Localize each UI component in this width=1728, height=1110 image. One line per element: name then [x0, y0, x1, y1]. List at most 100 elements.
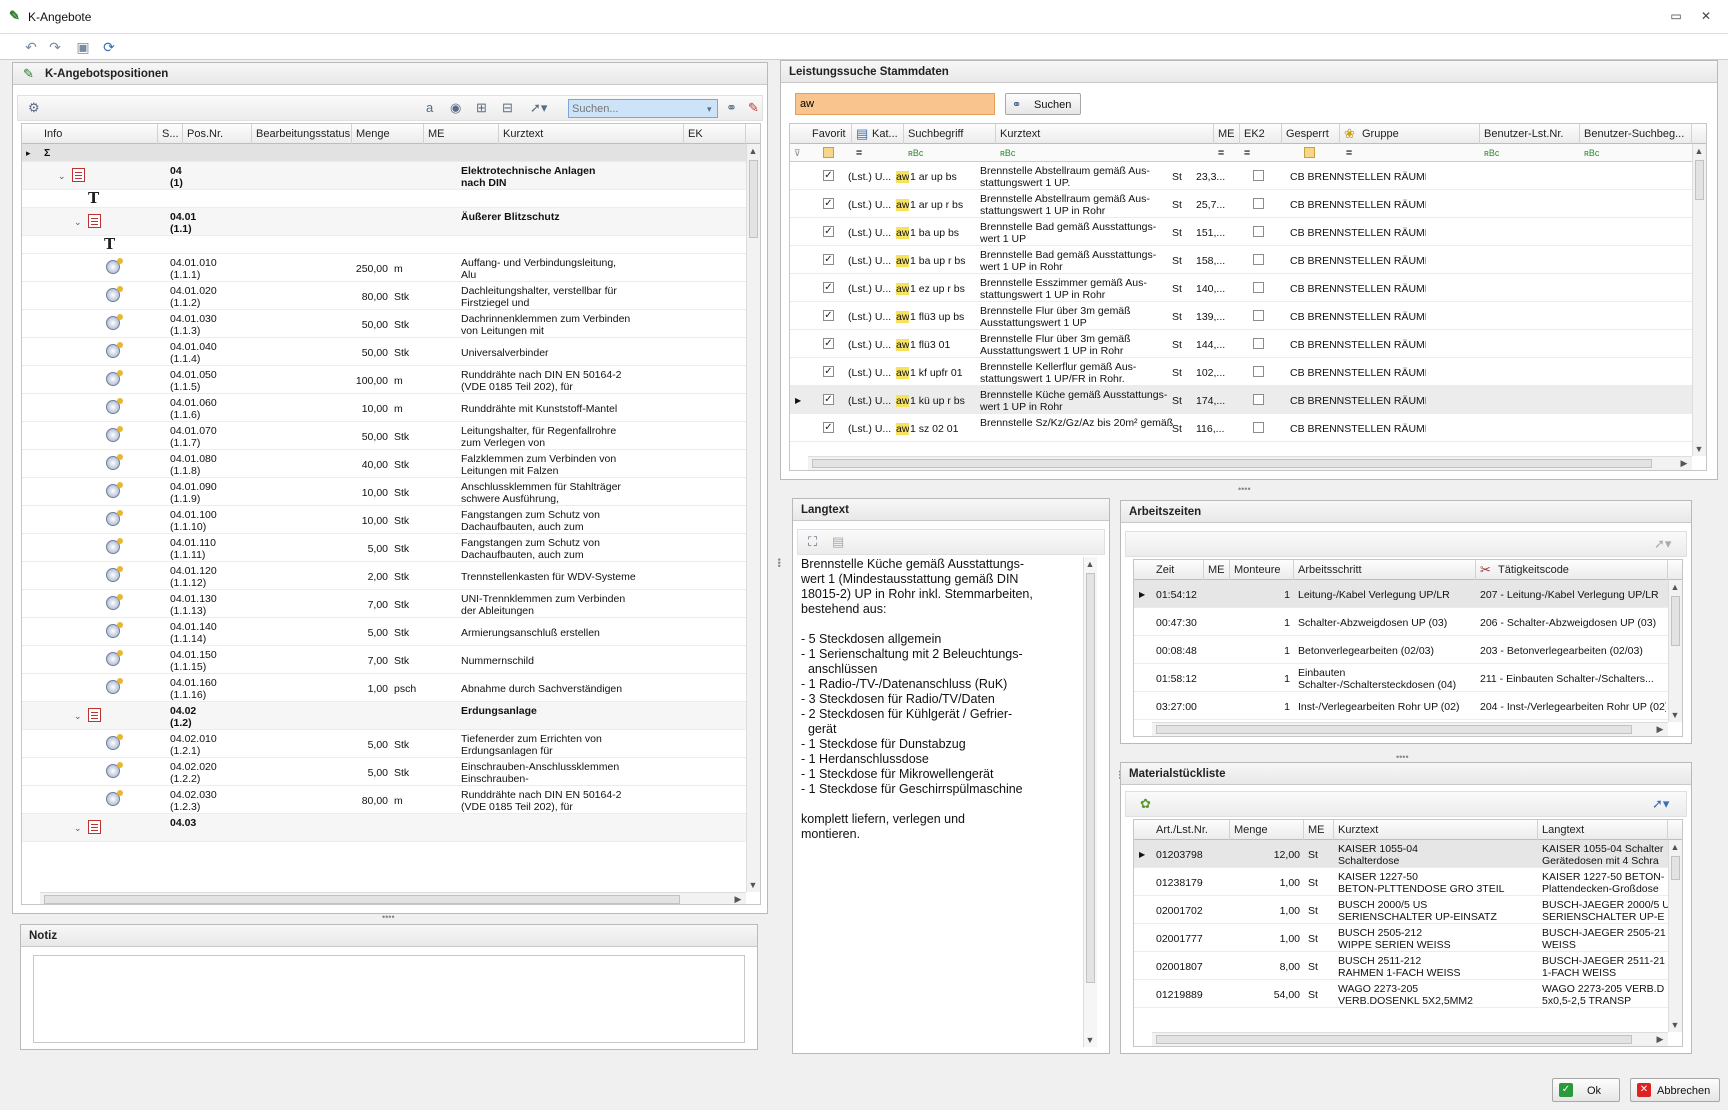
save-icon[interactable]: ▣ — [74, 38, 92, 56]
positions-vscroll-thumb[interactable] — [749, 160, 758, 238]
table-row[interactable]: 04.01.120 (1.1.12) 2,00 Stk Trennstellenkast… — [22, 562, 760, 590]
table-row[interactable]: 04.01.140 (1.1.14) 5,00 Stk Armierungsanschl… — [22, 618, 760, 646]
suchen-button[interactable]: ⚭ Suchen — [1005, 93, 1081, 115]
fullscreen-icon[interactable]: ⛶ — [808, 534, 817, 550]
table-row[interactable]: 04.01.160 (1.1.16) 1,00 psch Abnahme durch S… — [22, 674, 760, 702]
refresh-icon[interactable]: ⟳ — [100, 38, 118, 56]
gesperrt-checkbox[interactable] — [1253, 254, 1264, 265]
col-me[interactable]: ME — [1304, 820, 1334, 840]
col-menge[interactable]: Menge — [1230, 820, 1304, 840]
positions-hscrollbar[interactable]: ▶ — [40, 892, 746, 904]
scroll-right-icon[interactable]: ▶ — [1654, 1034, 1666, 1045]
expand-chevron-icon[interactable]: ⌄ — [74, 710, 82, 722]
search-splitter[interactable]: •••• — [1238, 484, 1251, 494]
search-result-row[interactable]: ✓ (Lst.) U... aw 1 flü3 01 Brennstelle Flur … — [790, 330, 1706, 358]
scroll-up-icon[interactable]: ▲ — [747, 146, 759, 156]
col-suchbegriff[interactable]: Suchbegriff — [904, 124, 996, 144]
scroll-up-icon[interactable]: ▲ — [1693, 146, 1705, 156]
expand-chevron-icon[interactable]: ⌄ — [58, 170, 66, 182]
table-row[interactable]: 04.01.040 (1.1.4) 50,00 Stk Universalverbind… — [22, 338, 760, 366]
arbeitszeiten-vscroll-thumb[interactable] — [1671, 596, 1680, 646]
group-row[interactable]: ⌄ 04.03 — [22, 814, 760, 842]
favorit-checkbox[interactable]: ✓ — [823, 198, 834, 209]
search-result-row[interactable]: ✓ (Lst.) U... aw 1 ba up bs Brennstelle Bad … — [790, 218, 1706, 246]
search-result-row[interactable]: ✓ (Lst.) U... aw 1 ez up r bs Brennstelle Es… — [790, 274, 1706, 302]
arbeitszeiten-hscrollbar[interactable]: ▶ — [1152, 722, 1668, 736]
arbeitszeiten-hscroll-thumb[interactable] — [1156, 725, 1632, 734]
col-me[interactable]: ME — [1214, 124, 1240, 144]
close-icon[interactable]: ✕ — [1698, 8, 1714, 24]
gesperrt-checkbox[interactable] — [1253, 338, 1264, 349]
notiz-textarea[interactable] — [33, 955, 745, 1043]
col-art-lst-nr[interactable]: Art./Lst.Nr. — [1152, 820, 1230, 840]
favorit-checkbox[interactable]: ✓ — [823, 366, 834, 377]
scroll-down-icon[interactable]: ▼ — [1693, 444, 1705, 454]
arrow-dropdown-icon[interactable]: ➚▾ — [1654, 536, 1671, 552]
document-icon[interactable]: ▤ — [832, 534, 844, 550]
gesperrt-checkbox[interactable] — [1253, 310, 1264, 321]
gesperrt-checkbox[interactable] — [1253, 394, 1264, 405]
scroll-up-icon[interactable]: ▲ — [1669, 842, 1681, 852]
text-a-icon[interactable]: a — [426, 100, 433, 116]
search-result-row[interactable]: ▶ ✓ (Lst.) U... aw 1 kü up r bs Brennstelle K… — [790, 386, 1706, 414]
stammdaten-hscroll-thumb[interactable] — [812, 459, 1652, 468]
favorit-checkbox[interactable]: ✓ — [823, 338, 834, 349]
stammdaten-search-input[interactable] — [795, 93, 995, 115]
undo-icon[interactable]: ↶ — [22, 38, 40, 56]
work-time-row[interactable]: 00:47:30 1 Schalter-Abzweigdosen UP (03) 20… — [1134, 608, 1682, 636]
material-hscrollbar[interactable]: ▶ — [1152, 1032, 1668, 1046]
positions-hscroll-thumb[interactable] — [44, 895, 680, 904]
col-s[interactable]: S... — [158, 124, 183, 144]
add-material-icon[interactable]: ✿ — [1140, 796, 1151, 812]
col-gruppe[interactable]: Gruppe — [1340, 124, 1480, 144]
table-row[interactable]: 04.01.100 (1.1.10) 10,00 Stk Fangstangen zum… — [22, 506, 760, 534]
col-info[interactable]: Info — [40, 124, 158, 144]
tree-collapse-icon[interactable]: ⊟ — [502, 100, 513, 116]
col-monteure[interactable]: Monteure — [1230, 560, 1294, 580]
material-row[interactable]: 02001777 1,00 St BUSCH 2505-212 WIPPE SERIEN… — [1134, 924, 1682, 952]
restore-icon[interactable]: ▭ — [1668, 8, 1684, 24]
text-row[interactable]: T — [22, 189, 760, 208]
eraser-icon[interactable]: ✎ — [748, 100, 759, 116]
col-me[interactable]: ME — [424, 124, 499, 144]
favorit-checkbox[interactable]: ✓ — [823, 170, 834, 181]
scroll-right-icon[interactable]: ▶ — [1654, 724, 1666, 735]
scroll-up-icon[interactable]: ▲ — [1669, 582, 1681, 592]
col-taetigkeitscode[interactable]: Tätigkeitscode — [1476, 560, 1668, 580]
scroll-right-icon[interactable]: ▶ — [1678, 458, 1690, 469]
table-row[interactable]: 04.01.030 (1.1.3) 50,00 Stk Dachrinnenklemme… — [22, 310, 760, 338]
redo-icon[interactable]: ↷ — [46, 38, 64, 56]
material-hscroll-thumb[interactable] — [1156, 1035, 1632, 1044]
arrow-dropdown-icon[interactable]: ➚▾ — [530, 100, 547, 116]
scroll-right-icon[interactable]: ▶ — [732, 894, 744, 904]
ek2-filter-eq[interactable]: = — [1244, 147, 1250, 159]
gruppe-filter-eq[interactable]: = — [1346, 147, 1352, 159]
scroll-down-icon[interactable]: ▼ — [1669, 1020, 1681, 1030]
arbeitszeiten-splitter[interactable]: •••• — [1396, 752, 1409, 762]
gesperrt-checkbox[interactable] — [1253, 366, 1264, 377]
col-menge[interactable]: Menge — [352, 124, 424, 144]
table-row[interactable]: 04.01.020 (1.1.2) 80,00 Stk Dachleitungshalt… — [22, 282, 760, 310]
search-result-row[interactable]: ✓ (Lst.) U... aw 1 kf upfr 01 Brennstelle Ke… — [790, 358, 1706, 386]
stammdaten-vscrollbar[interactable]: ▲ ▼ — [1692, 144, 1706, 456]
group-row[interactable]: ⌄ 04.02 (1.2) Erdungsanlage — [22, 702, 760, 730]
suchbegriff-filter-abc[interactable]: ʀBc — [908, 147, 923, 159]
table-row[interactable]: 04.01.090 (1.1.9) 10,00 Stk Anschlussklemmen… — [22, 478, 760, 506]
search-result-row[interactable]: ✓ (Lst.) U... aw 1 ar up bs Brennstelle Abst… — [790, 162, 1706, 190]
col-arbeitsschritt[interactable]: Arbeitsschritt — [1294, 560, 1476, 580]
material-row[interactable]: 02001807 8,00 St BUSCH 2511-212 RAHMEN 1-FAC… — [1134, 952, 1682, 980]
arbeitszeiten-vscrollbar[interactable]: ▲ ▼ — [1668, 580, 1682, 722]
work-time-row[interactable]: ▶ 01:54:12 1 Leitung-/Kabel Verlegung UP/LR… — [1134, 580, 1682, 608]
expand-chevron-icon[interactable]: ⌄ — [74, 216, 82, 228]
col-ek2[interactable]: EK2 — [1240, 124, 1282, 144]
positions-vscrollbar[interactable]: ▲ ▼ — [746, 144, 760, 892]
favorit-checkbox[interactable]: ✓ — [823, 254, 834, 265]
table-row[interactable]: 04.01.110 (1.1.11) 5,00 Stk Fangstangen zum … — [22, 534, 760, 562]
table-row[interactable]: 04.01.070 (1.1.7) 50,00 Stk Leitungshalter, … — [22, 422, 760, 450]
gesperrt-checkbox[interactable] — [1253, 198, 1264, 209]
me-filter-eq[interactable]: = — [1218, 147, 1224, 159]
horizontal-splitter[interactable]: •••• — [382, 912, 395, 922]
material-vscrollbar[interactable]: ▲ ▼ — [1668, 840, 1682, 1032]
material-row[interactable]: 02001702 1,00 St BUSCH 2000/5 US SERIENSCHAL… — [1134, 896, 1682, 924]
col-me[interactable]: ME — [1204, 560, 1230, 580]
